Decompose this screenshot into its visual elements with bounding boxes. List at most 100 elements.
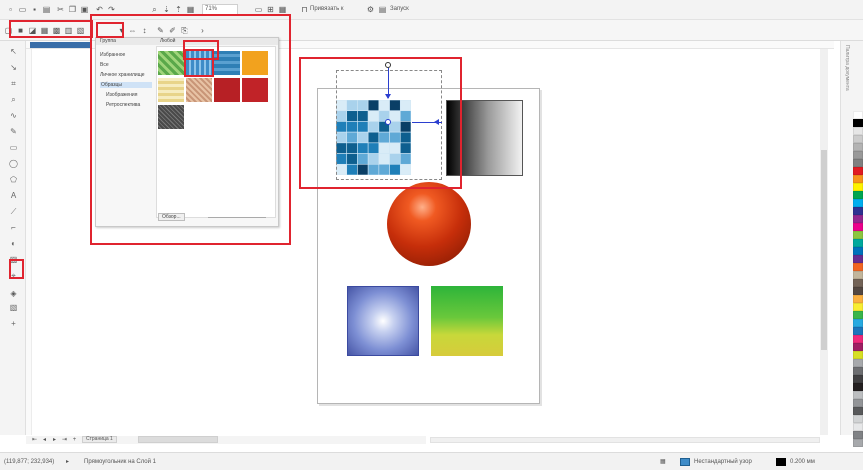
palette-swatch[interactable] bbox=[853, 311, 863, 319]
paste-icon[interactable]: ▣ bbox=[80, 5, 89, 14]
palette-swatch[interactable] bbox=[853, 159, 863, 167]
palette-swatch[interactable] bbox=[853, 279, 863, 287]
palette-swatch[interactable] bbox=[853, 391, 863, 399]
palette-swatch[interactable] bbox=[853, 319, 863, 327]
connector-tool-icon[interactable]: ⌐ bbox=[9, 223, 18, 232]
palette-swatch[interactable] bbox=[853, 431, 863, 439]
palette-swatch[interactable] bbox=[853, 287, 863, 295]
palette-swatch[interactable] bbox=[853, 327, 863, 335]
document-tab[interactable] bbox=[30, 42, 90, 48]
palette-swatch[interactable] bbox=[853, 127, 863, 135]
page-tab-empty[interactable] bbox=[138, 436, 218, 443]
palette-swatch[interactable] bbox=[853, 135, 863, 143]
pick-tool-icon[interactable]: ↖ bbox=[9, 47, 18, 56]
new-document-icon[interactable]: ▫ bbox=[6, 5, 15, 14]
snap-icon[interactable]: ⊓ bbox=[300, 5, 309, 14]
grid-icon[interactable]: ▦ bbox=[278, 5, 287, 14]
smart-fill-icon[interactable]: ▧ bbox=[9, 303, 18, 312]
fullscreen-icon[interactable]: ▭ bbox=[254, 5, 263, 14]
palette-swatch[interactable] bbox=[853, 271, 863, 279]
cut-icon[interactable]: ✂ bbox=[56, 5, 65, 14]
palette-swatch[interactable] bbox=[853, 199, 863, 207]
import-icon[interactable]: ⇣ bbox=[162, 5, 171, 14]
save-icon[interactable]: ▪ bbox=[30, 5, 39, 14]
highlight-fill-types bbox=[9, 20, 93, 38]
palette-swatch[interactable] bbox=[853, 183, 863, 191]
palette-swatch[interactable] bbox=[853, 119, 863, 127]
status-bar: (119,877; 232,934) ▸ Прямоугольник на Сл… bbox=[0, 452, 863, 470]
palette-swatch[interactable] bbox=[853, 375, 863, 383]
fill-indicator-icon: ▦ bbox=[660, 459, 666, 465]
palette-swatch[interactable] bbox=[853, 263, 863, 271]
palette-swatch[interactable] bbox=[853, 231, 863, 239]
rectangle-tool-icon[interactable]: ▭ bbox=[9, 143, 18, 152]
palette-swatch[interactable] bbox=[853, 175, 863, 183]
artistic-media-icon[interactable]: ✎ bbox=[9, 127, 18, 136]
palette-swatch[interactable] bbox=[853, 423, 863, 431]
zoom-tool-icon[interactable]: ⌕ bbox=[9, 95, 18, 104]
parallel-dimension-icon[interactable]: ⟋ bbox=[9, 207, 18, 216]
vertical-ruler[interactable] bbox=[26, 49, 32, 435]
print-icon[interactable]: ▤ bbox=[42, 5, 51, 14]
ellipse-tool-icon[interactable]: ◯ bbox=[9, 159, 18, 168]
palette-swatch[interactable] bbox=[853, 151, 863, 159]
polygon-tool-icon[interactable]: ⬠ bbox=[9, 175, 18, 184]
launch-dropdown[interactable]: Запуск bbox=[390, 5, 409, 14]
palette-swatch[interactable] bbox=[853, 367, 863, 375]
snap-to-dropdown[interactable]: Привязать к bbox=[310, 5, 344, 14]
palette-swatch[interactable] bbox=[853, 191, 863, 199]
first-page-icon[interactable]: ⇤ bbox=[30, 436, 39, 445]
search-content-icon[interactable]: ⌕ bbox=[150, 5, 159, 14]
palette-swatch[interactable] bbox=[853, 399, 863, 407]
palette-swatch[interactable] bbox=[853, 303, 863, 311]
palette-swatch[interactable] bbox=[853, 215, 863, 223]
palette-swatch[interactable] bbox=[853, 143, 863, 151]
palette-swatch[interactable] bbox=[853, 207, 863, 215]
vertical-scroll-thumb[interactable] bbox=[821, 150, 827, 350]
add-page-icon[interactable]: + bbox=[70, 436, 79, 445]
horizontal-scrollbar[interactable] bbox=[430, 437, 820, 443]
options-gear-icon[interactable]: ⚙ bbox=[366, 5, 375, 14]
palette-swatch[interactable] bbox=[853, 407, 863, 415]
palette-swatch[interactable] bbox=[853, 111, 863, 119]
export-icon[interactable]: ⇡ bbox=[174, 5, 183, 14]
palette-swatch[interactable] bbox=[853, 239, 863, 247]
palette-swatch[interactable] bbox=[853, 383, 863, 391]
palette-swatch[interactable] bbox=[853, 295, 863, 303]
blend-tool-icon[interactable]: ◐ bbox=[9, 239, 18, 248]
next-page-icon[interactable]: ▸ bbox=[50, 436, 59, 445]
rulers-icon[interactable]: ⊞ bbox=[266, 5, 275, 14]
palette-swatch[interactable] bbox=[853, 223, 863, 231]
interactive-fill-tool-icon[interactable]: ◈ bbox=[9, 289, 18, 298]
undo-icon[interactable]: ↶ bbox=[95, 5, 104, 14]
palette-swatch[interactable] bbox=[853, 167, 863, 175]
highlight-fill-tool bbox=[9, 259, 24, 279]
palette-swatch[interactable] bbox=[853, 415, 863, 423]
palette-swatch[interactable] bbox=[853, 351, 863, 359]
last-page-icon[interactable]: ⇥ bbox=[60, 436, 69, 445]
outline-swatch[interactable] bbox=[776, 458, 786, 466]
blue-radial-square[interactable] bbox=[347, 286, 419, 356]
palette-swatch[interactable] bbox=[853, 335, 863, 343]
add-tool-icon[interactable]: + bbox=[9, 319, 18, 328]
open-icon[interactable]: ▭ bbox=[18, 5, 27, 14]
launch-app-icon[interactable]: ▤ bbox=[378, 5, 387, 14]
palette-swatch[interactable] bbox=[853, 359, 863, 367]
prev-page-icon[interactable]: ◂ bbox=[40, 436, 49, 445]
fill-swatch[interactable] bbox=[680, 458, 690, 466]
shape-tool-icon[interactable]: ↘ bbox=[9, 63, 18, 72]
palette-swatch[interactable] bbox=[853, 255, 863, 263]
palette-swatch[interactable] bbox=[853, 439, 863, 447]
redo-icon[interactable]: ↷ bbox=[107, 5, 116, 14]
green-gradient-square[interactable] bbox=[431, 286, 503, 356]
crop-tool-icon[interactable]: ⌗ bbox=[9, 79, 18, 88]
text-tool-icon[interactable]: A bbox=[9, 191, 18, 200]
publish-pdf-icon[interactable]: ▦ bbox=[186, 5, 195, 14]
copy-icon[interactable]: ❐ bbox=[68, 5, 77, 14]
freehand-tool-icon[interactable]: ∿ bbox=[9, 111, 18, 120]
palette-swatch[interactable] bbox=[853, 247, 863, 255]
palette-title: Палитра документа bbox=[844, 45, 850, 91]
palette-swatch[interactable] bbox=[853, 343, 863, 351]
red-sphere[interactable] bbox=[387, 182, 471, 266]
page-tab[interactable]: Страница 1 bbox=[82, 436, 117, 443]
